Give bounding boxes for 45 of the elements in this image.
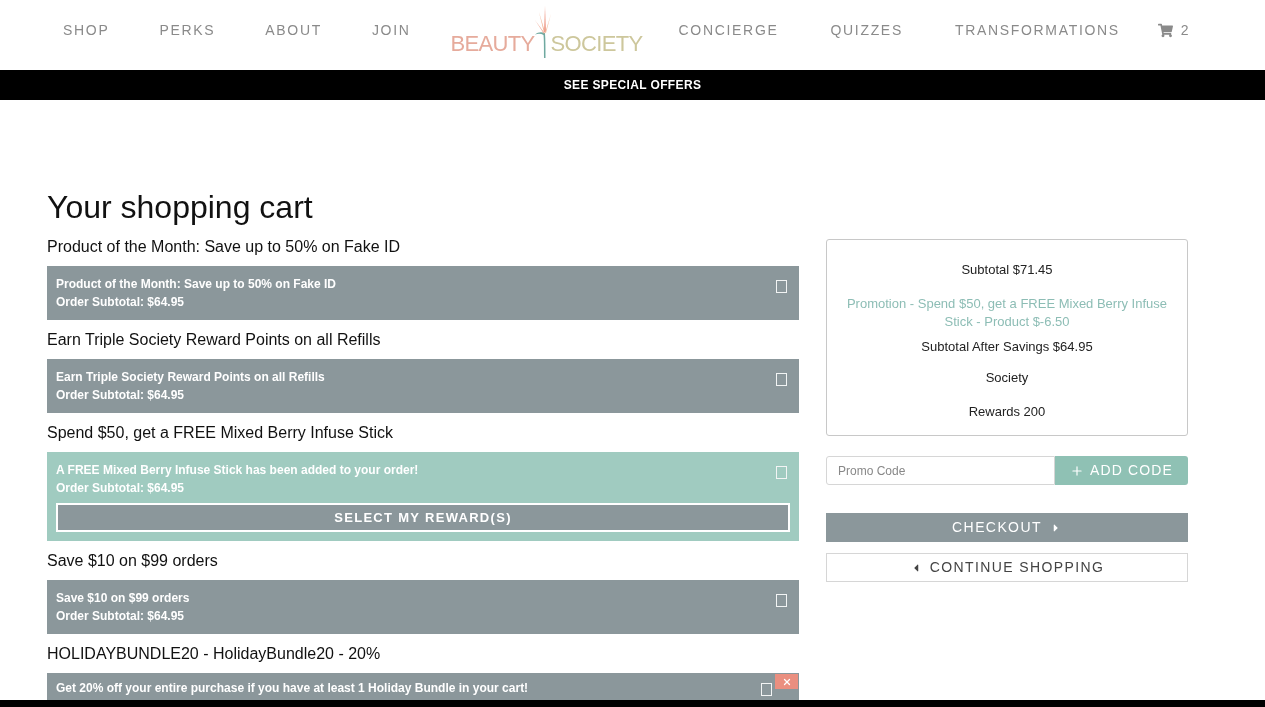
logo-text: BEAUTY: [450, 30, 535, 57]
promotion-heading: Earn Triple Society Reward Points on all Refills: [47, 330, 381, 350]
nav-link[interactable]: ABOUT: [265, 19, 322, 41]
promotion-heading: Product of the Month: Save up to 50% on Fake ID: [47, 237, 401, 257]
promotion-heading: HOLIDAYBUNDLE20 - HolidayBundle20 - 20%: [47, 644, 381, 664]
select-rewards-button[interactable]: SELECT MY REWARD(S): [56, 503, 790, 532]
nav-link[interactable]: QUIZZES: [830, 19, 903, 41]
promo-code-field[interactable]: Promo Code: [826, 456, 1055, 485]
promotion-message: Get 20% off your entire purchase if you have at least 1 Holiday Bundle in your cart!: [56, 680, 529, 696]
cart-icon: [1157, 22, 1173, 38]
checkbox[interactable]: [761, 683, 772, 696]
checkbox[interactable]: [776, 280, 787, 293]
subtotal-after-savings-text: Subtotal After Savings $64.95: [921, 338, 1093, 356]
close-icon: [781, 676, 792, 687]
order-subtotal: Order Subtotal: $64.95: [56, 608, 186, 625]
continue-shopping-button[interactable]: CONTINUE SHOPPING: [826, 553, 1188, 582]
nav-link[interactable]: SHOP: [63, 19, 110, 41]
checkbox[interactable]: [776, 594, 787, 607]
special-offers-banner[interactable]: SEE SPECIAL OFFERS: [0, 70, 1265, 100]
promotion-discount-text: Promotion - Spend $50, get a FREE Mixed Berry Infuse Stick - Product $-6.50: [845, 295, 1169, 331]
promotion-message: A FREE Mixed Berry Infuse Stick has been added to your order!: [56, 462, 419, 479]
society-label: Society: [985, 369, 1029, 387]
close-button[interactable]: [775, 674, 798, 689]
promotion-heading: Save $10 on $99 orders: [47, 551, 218, 571]
order-subtotal: Order Subtotal: $64.95: [56, 387, 186, 404]
checkout-button[interactable]: CHECKOUT: [826, 513, 1188, 542]
add-code-button[interactable]: ADD CODE: [1055, 456, 1188, 485]
page-title: Your shopping cart: [47, 188, 313, 226]
checkbox[interactable]: [776, 373, 787, 386]
rewards-text: Rewards 200: [968, 403, 1046, 421]
order-subtotal: Order Subtotal: $64.95: [56, 294, 186, 311]
nav-link[interactable]: TRANSFORMATIONS: [954, 19, 1120, 41]
logo-text: SOCIETY: [550, 30, 643, 57]
nav-link[interactable]: JOIN: [371, 19, 411, 41]
plus-icon: [1070, 463, 1085, 478]
promotion-message: Product of the Month: Save up to 50% on Fake ID: [56, 276, 337, 293]
nav-link[interactable]: PERKS: [159, 19, 216, 41]
promotion-message: Save $10 on $99 orders: [56, 590, 190, 607]
promotion-heading: Spend $50, get a FREE Mixed Berry Infuse Stick: [47, 423, 393, 443]
nav-link[interactable]: CONCIERGE: [678, 19, 779, 41]
promotion-message: Earn Triple Society Reward Points on all Refills: [56, 369, 325, 386]
order-subtotal: Order Subtotal: $64.95: [56, 480, 186, 497]
subtotal-text: Subtotal $71.45: [961, 261, 1053, 279]
cart-link[interactable]: 2: [1157, 19, 1189, 41]
checkbox[interactable]: [776, 466, 787, 479]
